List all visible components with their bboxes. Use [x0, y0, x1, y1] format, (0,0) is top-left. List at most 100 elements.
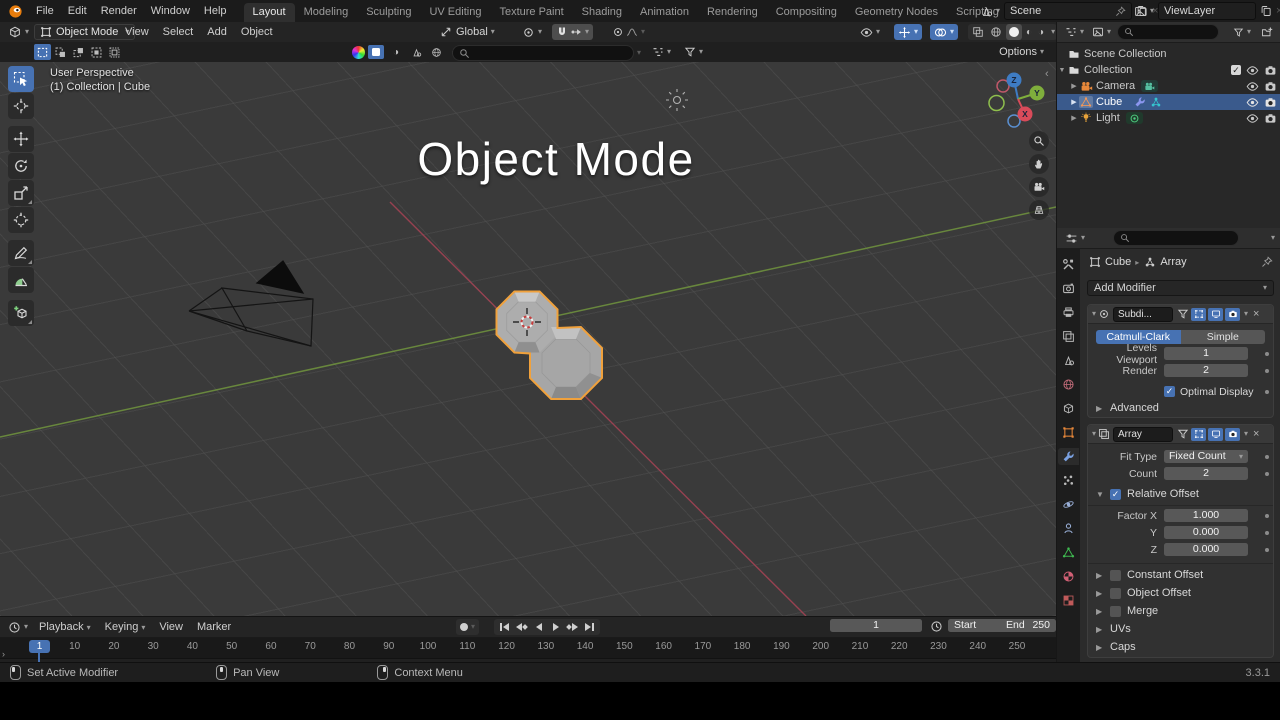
material-shading-button[interactable]: ◐: [1024, 24, 1034, 40]
workspace-tab[interactable]: Modeling: [295, 3, 358, 22]
auto-keying-button[interactable]: ▾: [456, 619, 480, 635]
outliner-row-scene-collection[interactable]: Scene Collection: [1057, 46, 1280, 62]
color-wheel-icon[interactable]: [352, 45, 365, 59]
select-mode-intersect-button[interactable]: [106, 44, 123, 60]
editor-type-button[interactable]: ▾: [4, 24, 33, 40]
animate-dot[interactable]: [1265, 351, 1269, 356]
search-dropdown-icon[interactable]: ▾: [637, 49, 641, 57]
close-icon[interactable]: ×: [1253, 308, 1259, 320]
workspace-tab[interactable]: UV Editing: [420, 3, 490, 22]
animate-dot[interactable]: [1265, 471, 1269, 476]
modifier-wrench-icon[interactable]: [1134, 96, 1146, 108]
properties-editor-type-button[interactable]: ▾: [1061, 230, 1089, 246]
transform-tool[interactable]: [8, 207, 34, 233]
zoom-view-button[interactable]: [1029, 131, 1049, 151]
camera-data-icon[interactable]: [1141, 80, 1159, 92]
workspace-tab[interactable]: Geometry Nodes: [846, 3, 947, 22]
hide-eye-icon[interactable]: [1246, 96, 1259, 109]
tab-world[interactable]: [1058, 376, 1079, 393]
outliner-search-input[interactable]: [1117, 24, 1220, 40]
render-visibility-icon[interactable]: [1264, 112, 1277, 125]
extras-dropdown-icon[interactable]: ▾: [1244, 430, 1248, 438]
select-mode-subtract-button[interactable]: [70, 44, 87, 60]
tab-tool[interactable]: [1058, 256, 1079, 273]
timeline-ruler[interactable]: 10 20 30 40 50 60 70 80 90 100 110 120 130 140 150 160 1…: [0, 638, 1056, 664]
optimal-display-checkbox[interactable]: ✓: [1164, 386, 1175, 397]
tab-material[interactable]: [1058, 568, 1079, 585]
add-cube-tool[interactable]: [8, 300, 34, 326]
gizmos-button[interactable]: ▾: [894, 24, 923, 40]
animate-dot[interactable]: [1265, 389, 1269, 394]
relative-offset-section[interactable]: ▼ ✓ Relative Offset: [1088, 485, 1273, 503]
viewport-3d[interactable]: User Perspective (1) Collection | Cube O…: [0, 62, 1056, 616]
toggle-xray-button[interactable]: [970, 24, 986, 40]
rendered-shading-button[interactable]: ◑: [1036, 24, 1046, 40]
marker-menu[interactable]: Marker: [190, 621, 238, 633]
menubar-item[interactable]: Render: [94, 5, 144, 17]
expand-icon[interactable]: ▶: [1069, 82, 1079, 90]
workspace-tab[interactable]: Texture Paint: [490, 3, 572, 22]
plain-section[interactable]: ▶ UVs: [1088, 620, 1273, 638]
render-display-toggle[interactable]: [1225, 427, 1241, 441]
properties-options-icon[interactable]: ▾: [1271, 234, 1275, 242]
hide-eye-icon[interactable]: [1246, 64, 1259, 77]
filter-funnel-button[interactable]: ▾: [680, 44, 707, 60]
pin-icon[interactable]: [1115, 6, 1126, 17]
menubar-item[interactable]: Window: [144, 5, 197, 17]
select-mode-extend-button[interactable]: [52, 44, 69, 60]
subdivision-panel-header[interactable]: ▾ Subdi... ▾ ×: [1088, 305, 1273, 324]
tab-scene[interactable]: [1058, 352, 1079, 369]
timeline-editor-type-button[interactable]: ▾: [4, 619, 32, 635]
select-box-tool[interactable]: [8, 66, 34, 92]
select-mode-invert-button[interactable]: [88, 44, 105, 60]
outliner-row-light[interactable]: ▶ Light: [1057, 110, 1280, 126]
tab-render[interactable]: [1058, 280, 1079, 297]
realtime-display-toggle[interactable]: [1208, 427, 1224, 441]
hide-eye-icon[interactable]: [1246, 112, 1259, 125]
workspace-tab[interactable]: Shading: [573, 3, 631, 22]
collapsed-section[interactable]: ▶ Merge: [1088, 602, 1273, 620]
region-collapse-icon[interactable]: ‹: [1045, 68, 1049, 80]
jump-to-end-button[interactable]: [582, 620, 597, 634]
end-frame-field[interactable]: End 250: [1000, 619, 1056, 632]
render-visibility-icon[interactable]: [1264, 96, 1277, 109]
editmode-display-toggle[interactable]: [1191, 307, 1207, 321]
playback-menu[interactable]: Playback ▾: [32, 621, 98, 633]
tab-collection[interactable]: [1058, 400, 1079, 417]
tab-particles[interactable]: [1058, 472, 1079, 489]
cursor-tool[interactable]: [8, 93, 34, 119]
section-checkbox[interactable]: [1110, 605, 1121, 617]
camera-view-button[interactable]: [1029, 177, 1049, 197]
new-collection-button[interactable]: [1257, 24, 1277, 40]
tab-physics[interactable]: [1058, 496, 1079, 513]
array-panel-header[interactable]: ▾ Array ▾ ×: [1088, 425, 1273, 444]
viewport-search-input[interactable]: [452, 45, 634, 61]
workspace-tab[interactable]: Animation: [631, 3, 698, 22]
new-viewlayer-button[interactable]: [1256, 3, 1276, 19]
next-keyframe-button[interactable]: [565, 620, 580, 634]
tab-constraints[interactable]: [1058, 520, 1079, 537]
annotate-tool[interactable]: [8, 240, 34, 266]
property-value-field[interactable]: 2: [1164, 364, 1248, 377]
playhead-badge[interactable]: 1: [29, 640, 50, 653]
navigation-gizmo[interactable]: Z Y X: [988, 66, 1052, 130]
collection-exclude-checkbox[interactable]: ✓: [1231, 65, 1241, 75]
offset-value-field[interactable]: 0.000: [1164, 526, 1248, 539]
animate-dot[interactable]: [1265, 513, 1269, 518]
workspace-tab[interactable]: Layout: [243, 2, 295, 22]
animate-dot[interactable]: [1265, 530, 1269, 535]
light-data-icon[interactable]: [1125, 112, 1143, 124]
jump-to-start-button[interactable]: [497, 620, 512, 634]
outliner-row-camera[interactable]: ▶ Camera: [1057, 78, 1280, 94]
workspace-tab[interactable]: Compositing: [767, 3, 846, 22]
expand-icon[interactable]: ▶: [1069, 98, 1079, 106]
scene-name-field[interactable]: Scene: [1004, 2, 1133, 20]
menubar-item[interactable]: Edit: [61, 5, 94, 17]
editmode-display-toggle[interactable]: [1191, 427, 1207, 441]
filter-scene-button[interactable]: [408, 45, 424, 59]
viewport-menu-item[interactable]: Select: [156, 26, 201, 38]
collapsed-section[interactable]: ▶ Constant Offset: [1088, 566, 1273, 584]
viewport-menu-item[interactable]: Add: [200, 26, 234, 38]
tab-output[interactable]: [1058, 304, 1079, 321]
section-checkbox[interactable]: [1110, 587, 1121, 599]
